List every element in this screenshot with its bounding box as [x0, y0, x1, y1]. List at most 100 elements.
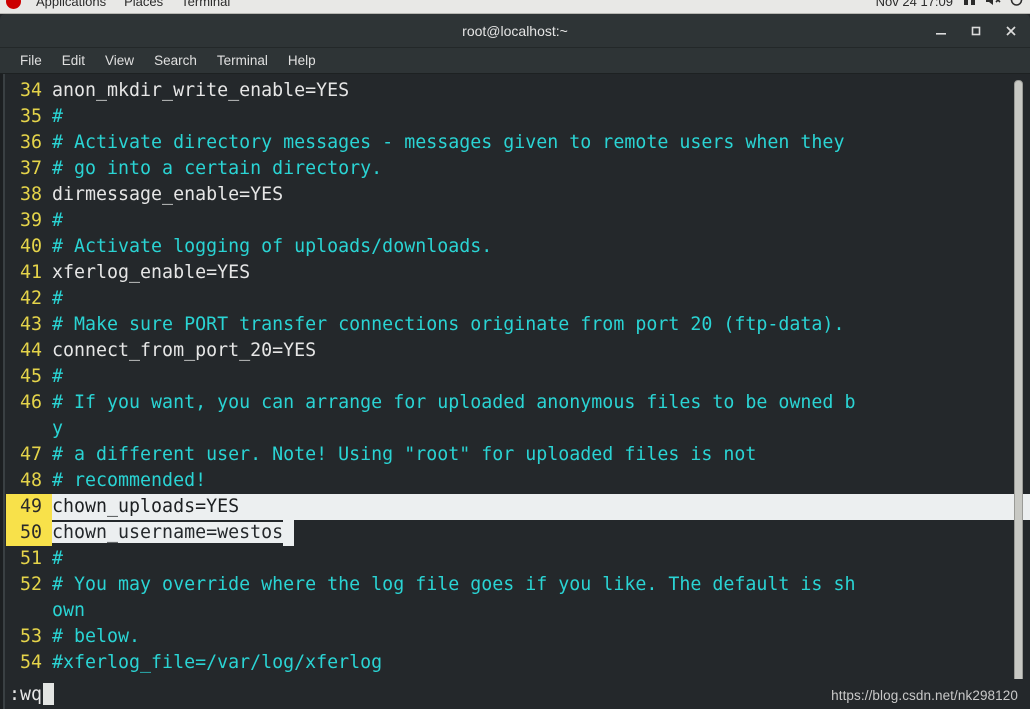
line-number: 50: [6, 520, 52, 546]
line-number: 44: [19, 340, 42, 361]
line-number: 53: [19, 626, 42, 647]
editor-line[interactable]: 37 # go into a certain directory.: [6, 156, 1030, 182]
line-number: 37: [19, 158, 42, 179]
editor-line[interactable]: 42 #: [6, 286, 1030, 312]
volume-muted-icon[interactable]: [985, 0, 1002, 10]
editor-line[interactable]: 34 anon_mkdir_write_enable=YES: [6, 78, 1030, 104]
keyboard-indicator-icon[interactable]: [962, 0, 978, 10]
line-number: [6, 416, 52, 442]
panel-menu-places[interactable]: Places: [115, 0, 172, 9]
line-number: [6, 598, 52, 624]
terminal-window: root@localhost:~ File Edit View Search T…: [0, 14, 1030, 709]
line-text: #: [52, 548, 64, 569]
editor-line[interactable]: 54 #xferlog_file=/var/log/xferlog: [6, 650, 1030, 676]
menu-edit[interactable]: Edit: [52, 51, 95, 71]
line-text: #: [52, 366, 64, 387]
editor-line[interactable]: 40 # Activate logging of uploads/download…: [6, 234, 1030, 260]
line-text: # recommended!: [52, 470, 207, 491]
maximize-button[interactable]: [965, 20, 987, 42]
line-text: # You may override where the log file go…: [52, 574, 856, 595]
close-button[interactable]: [1000, 20, 1022, 42]
line-number: 35: [19, 106, 42, 127]
editor-line[interactable]: 36 # Activate directory messages - messag…: [6, 130, 1030, 156]
panel-menu-applications[interactable]: Applications: [27, 0, 115, 9]
line-text: own: [52, 600, 86, 621]
minimize-button[interactable]: [930, 20, 952, 42]
panel-menu-terminal[interactable]: Terminal: [172, 0, 239, 9]
line-text: # If you want, you can arrange for uploa…: [52, 392, 856, 413]
menu-file[interactable]: File: [10, 51, 52, 71]
line-text: #: [52, 288, 64, 309]
line-number: 49: [6, 494, 52, 520]
line-number: 54: [19, 652, 42, 673]
window-title: root@localhost:~: [462, 22, 568, 39]
vim-command-text: :wq: [9, 683, 43, 705]
menu-search[interactable]: Search: [144, 51, 207, 71]
editor-line[interactable]: own: [6, 598, 1030, 624]
menubar: File Edit View Search Terminal Help: [0, 48, 1030, 74]
editor-line[interactable]: 39 #: [6, 208, 1030, 234]
power-icon[interactable]: [1009, 0, 1024, 10]
editor-line[interactable]: 35 #: [6, 104, 1030, 130]
line-number: 34: [19, 80, 42, 101]
line-text: xferlog_enable=YES: [52, 262, 251, 283]
editor-line[interactable]: 41 xferlog_enable=YES: [6, 260, 1030, 286]
editor-line[interactable]: 47 # a different user. Note! Using "root"…: [6, 442, 1030, 468]
line-number: 52: [19, 574, 42, 595]
menu-view[interactable]: View: [95, 51, 144, 71]
line-text: chown_uploads=YES: [52, 494, 1030, 520]
line-text: anon_mkdir_write_enable=YES: [52, 80, 350, 101]
panel-clock[interactable]: Nov 24 17:09: [876, 0, 953, 9]
line-number: 45: [19, 366, 42, 387]
line-number: 40: [19, 236, 42, 257]
editor-line[interactable]: 43 # Make sure PORT transfer connections …: [6, 312, 1030, 338]
menu-terminal[interactable]: Terminal: [207, 51, 278, 71]
editor-line[interactable]: 45 #: [6, 364, 1030, 390]
line-number: 51: [19, 548, 42, 569]
editor-line[interactable]: 49 chown_uploads=YES: [6, 494, 1030, 520]
editor-line[interactable]: 48 # recommended!: [6, 468, 1030, 494]
watermark-text: https://blog.csdn.net/nk298120: [831, 688, 1018, 703]
line-text: #: [52, 106, 64, 127]
line-text: # Activate logging of uploads/downloads.: [52, 236, 493, 257]
fedora-logo-icon[interactable]: [6, 0, 21, 9]
line-number: 42: [19, 288, 42, 309]
editor-line[interactable]: 50 chown_username=westos: [6, 520, 1030, 546]
line-text: # Make sure PORT transfer connections or…: [52, 314, 845, 335]
editor-line[interactable]: 46 # If you want, you can arrange for upl…: [6, 390, 1030, 416]
block-cursor: [283, 520, 295, 546]
line-text: y: [52, 418, 64, 439]
line-text: # Activate directory messages - messages…: [52, 132, 845, 153]
window-titlebar[interactable]: root@localhost:~: [0, 14, 1030, 48]
line-number: 48: [19, 470, 42, 491]
command-cursor: [43, 683, 55, 705]
terminal-screen[interactable]: 34 anon_mkdir_write_enable=YES 35 #36 # Acti…: [0, 74, 1030, 709]
menu-help[interactable]: Help: [278, 51, 326, 71]
line-text: # go into a certain directory.: [52, 158, 383, 179]
line-number: 47: [19, 444, 42, 465]
line-text: chown_username=westos: [52, 520, 1030, 546]
vim-editor-buffer[interactable]: 34 anon_mkdir_write_enable=YES 35 #36 # Acti…: [6, 78, 1030, 676]
line-number: 39: [19, 210, 42, 231]
editor-line[interactable]: 44 connect_from_port_20=YES: [6, 338, 1030, 364]
line-text: #: [52, 210, 64, 231]
line-text: connect_from_port_20=YES: [52, 340, 317, 361]
line-number: 38: [19, 184, 42, 205]
line-number: 41: [19, 262, 42, 283]
line-number: 46: [19, 392, 42, 413]
line-text: dirmessage_enable=YES: [52, 184, 284, 205]
line-text: #xferlog_file=/var/log/xferlog: [52, 652, 383, 673]
editor-line[interactable]: 38 dirmessage_enable=YES: [6, 182, 1030, 208]
scrollbar-thumb[interactable]: [1014, 80, 1023, 698]
editor-line[interactable]: 53 # below.: [6, 624, 1030, 650]
vertical-scrollbar[interactable]: [1012, 74, 1024, 709]
desktop-top-panel: Applications Places Terminal Nov 24 17:0…: [0, 0, 1030, 14]
editor-line[interactable]: 52 # You may override where the log file …: [6, 572, 1030, 598]
line-text: # a different user. Note! Using "root" f…: [52, 444, 757, 465]
editor-line[interactable]: 51 #: [6, 546, 1030, 572]
line-number: 36: [19, 132, 42, 153]
highlighted-run: chown_username=westos: [52, 522, 284, 543]
line-number: 43: [19, 314, 42, 335]
editor-line[interactable]: y: [6, 416, 1030, 442]
line-text: # below.: [52, 626, 141, 647]
